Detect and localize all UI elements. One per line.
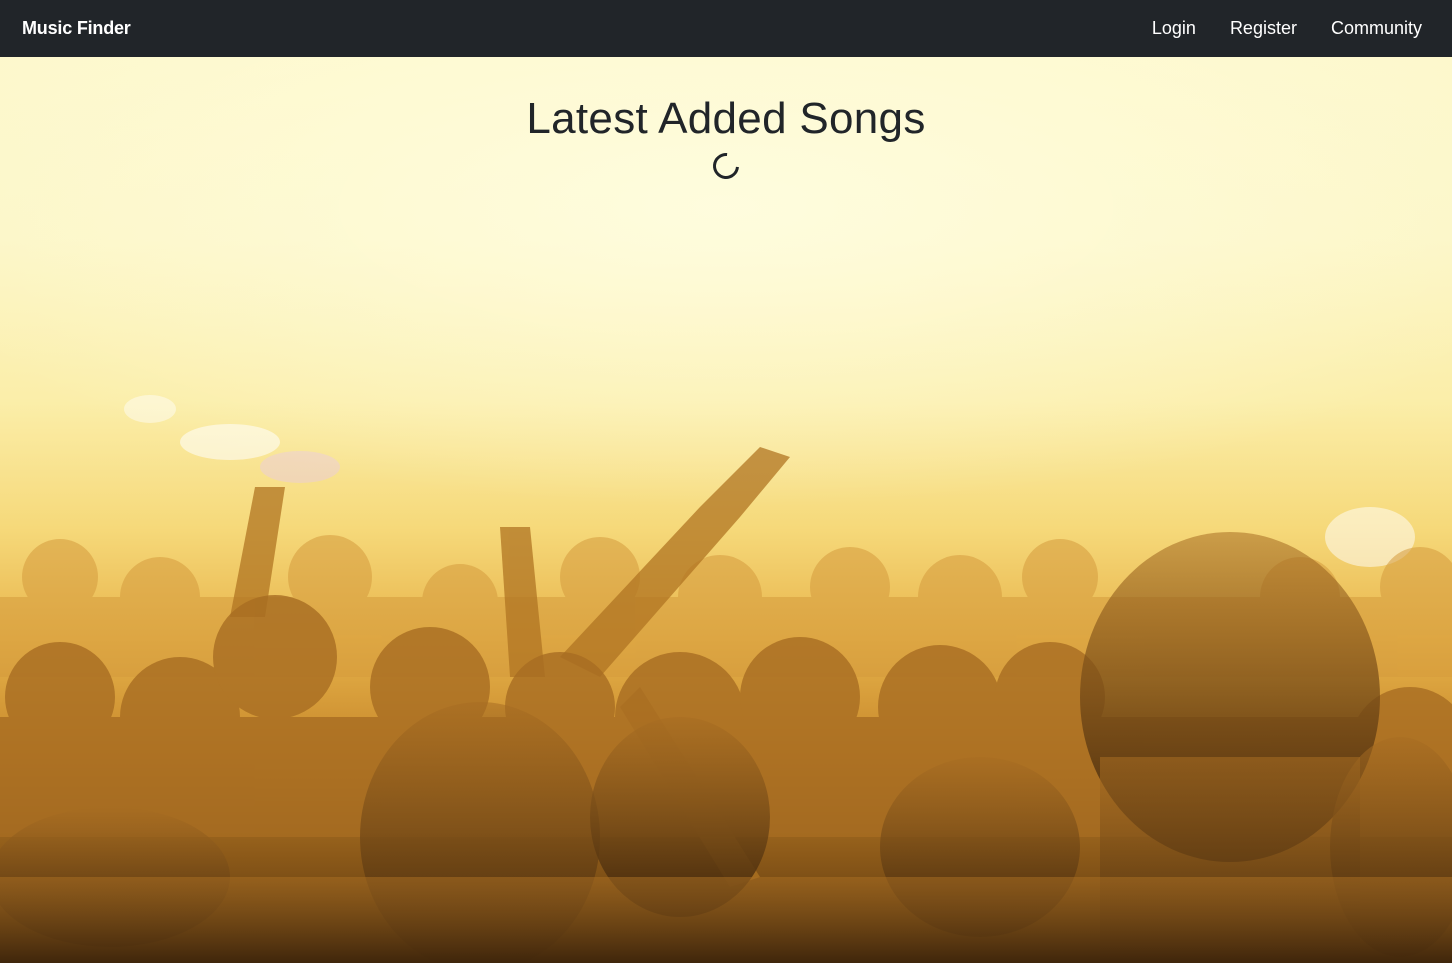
concert-background-image xyxy=(0,57,1452,963)
loading-spinner-icon xyxy=(707,147,745,185)
brand-link[interactable]: Music Finder xyxy=(22,18,131,39)
nav-login-link[interactable]: Login xyxy=(1118,18,1196,39)
top-navbar: Music Finder Login Register Community xyxy=(0,0,1452,57)
nav-links: Login Register Community xyxy=(1118,18,1422,39)
nav-register-link[interactable]: Register xyxy=(1196,18,1297,39)
nav-community-link[interactable]: Community xyxy=(1297,18,1422,39)
crowd-silhouette xyxy=(0,57,1452,963)
main-content: Latest Added Songs xyxy=(0,57,1452,185)
page-title: Latest Added Songs xyxy=(526,94,926,143)
